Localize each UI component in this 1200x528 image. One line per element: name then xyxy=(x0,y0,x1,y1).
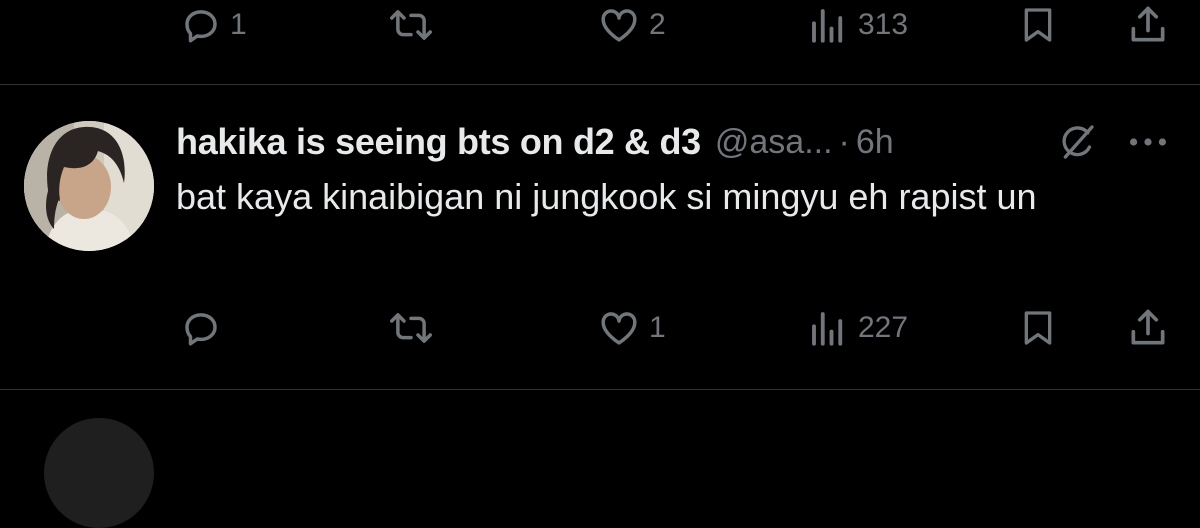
bookmark-button[interactable] xyxy=(1018,303,1058,353)
views-count: 227 xyxy=(858,311,909,344)
share-icon xyxy=(1131,309,1165,345)
retweet-button[interactable] xyxy=(386,303,436,353)
more-button[interactable] xyxy=(1126,124,1170,165)
user-handle[interactable]: @asa... xyxy=(715,123,833,162)
reply-button[interactable]: 1 xyxy=(180,0,247,50)
separator-dot: · xyxy=(838,122,850,161)
grok-button[interactable] xyxy=(1056,122,1098,167)
share-button[interactable] xyxy=(1126,0,1170,50)
divider xyxy=(0,389,1200,390)
tweet-text: bat kaya kinaibigan ni jungkook si mingy… xyxy=(176,176,1037,217)
reply-count: 1 xyxy=(230,8,247,41)
views-count: 313 xyxy=(858,8,909,41)
bookmark-icon xyxy=(1024,311,1052,345)
heart-icon xyxy=(601,312,637,345)
retweet-icon xyxy=(390,10,432,40)
retweet-icon xyxy=(390,313,432,343)
share-button[interactable] xyxy=(1126,303,1170,353)
views-button[interactable]: 227 xyxy=(806,303,908,353)
retweet-button[interactable] xyxy=(386,0,436,50)
reply-button[interactable] xyxy=(180,303,222,353)
heart-icon xyxy=(601,9,637,42)
bookmark-button[interactable] xyxy=(1018,0,1058,50)
share-icon xyxy=(1131,6,1165,42)
grok-icon xyxy=(1062,125,1094,159)
views-icon xyxy=(812,312,843,346)
tweet-header: hakika is seeing bts on d2 & d3 @asa... … xyxy=(176,118,1186,166)
like-button[interactable]: 1 xyxy=(597,303,666,353)
reply-icon xyxy=(185,10,217,43)
like-button[interactable]: 2 xyxy=(597,0,666,50)
reply-icon xyxy=(185,313,217,346)
more-icon xyxy=(1130,138,1166,146)
like-count: 1 xyxy=(649,311,666,344)
bookmark-icon xyxy=(1024,8,1052,42)
prev-tweet-actions: 1 2 313 xyxy=(0,0,1200,50)
timestamp[interactable]: 6h xyxy=(856,123,894,162)
views-button[interactable]: 313 xyxy=(806,0,908,50)
avatar[interactable] xyxy=(44,418,154,528)
views-icon xyxy=(812,9,843,43)
tweet-actions: 1 227 xyxy=(0,303,1200,353)
display-name[interactable]: hakika is seeing bts on d2 & d3 xyxy=(176,121,701,163)
like-count: 2 xyxy=(649,8,666,41)
divider xyxy=(0,84,1200,85)
avatar[interactable] xyxy=(24,121,154,251)
